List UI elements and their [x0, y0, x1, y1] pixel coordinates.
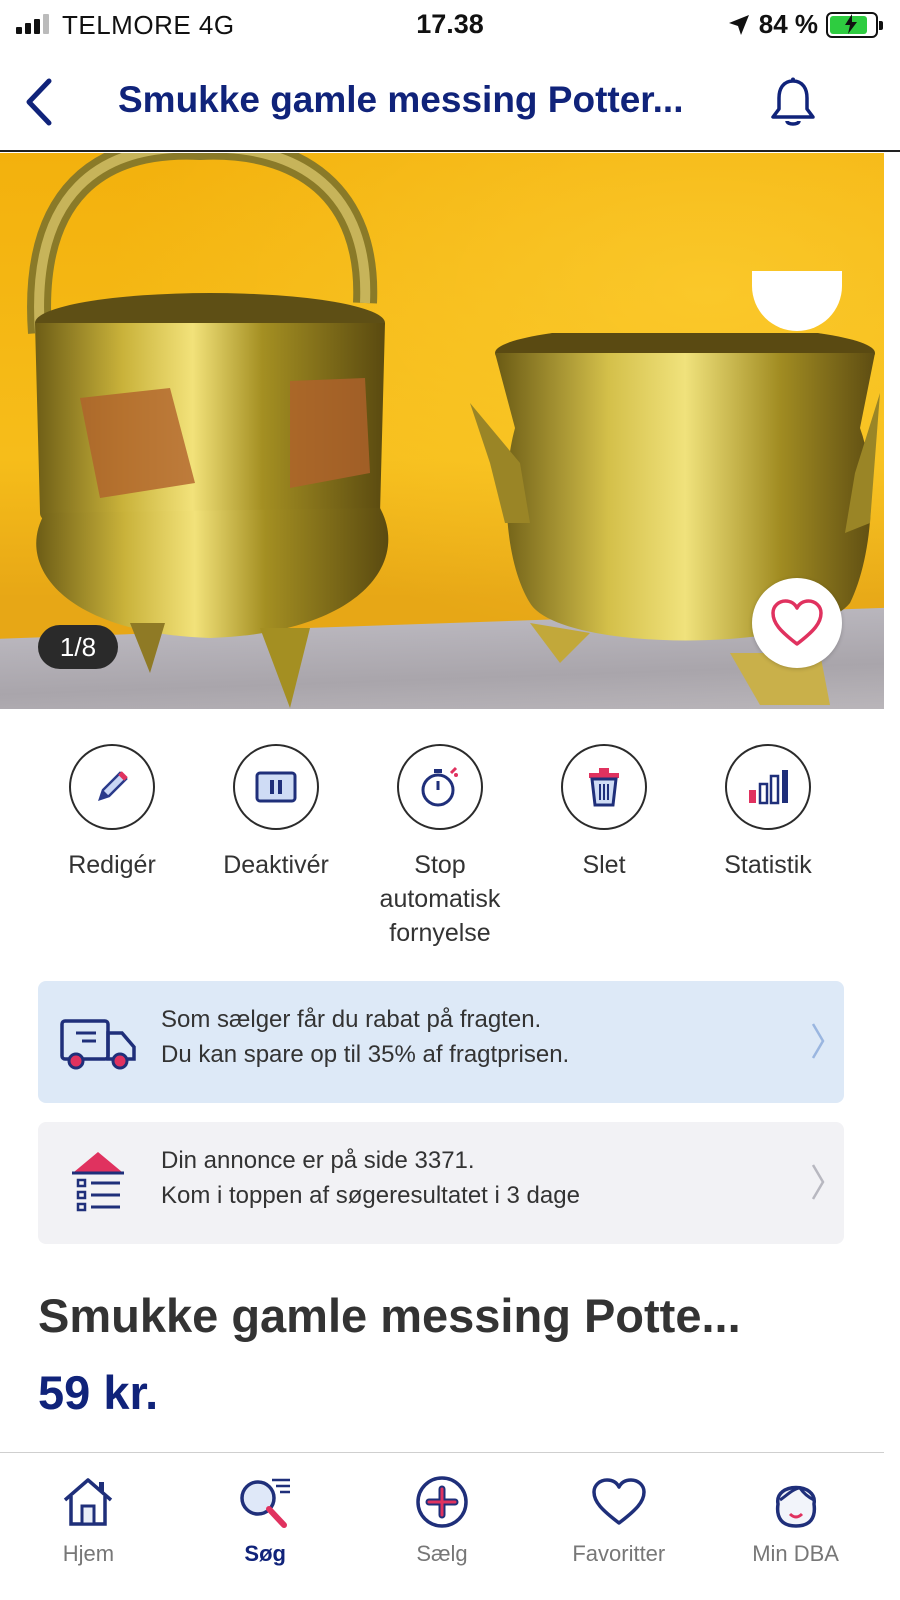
ranked-list-icon	[72, 1152, 124, 1212]
nav-header: Smukke gamle messing Potter...	[0, 52, 900, 152]
chevron-left-icon	[26, 78, 52, 126]
rank-line-2: Kom i toppen af søgeresultatet i 3 dage	[161, 1182, 580, 1209]
heart-icon	[592, 1478, 646, 1525]
delivery-truck-icon	[60, 1019, 136, 1070]
delete-label: Slet	[582, 851, 626, 879]
stop-renewal-label: Stop automatisk fornyelse	[379, 851, 501, 947]
tab-sell[interactable]: Sælg	[354, 1453, 531, 1600]
tab-search-label: Søg	[244, 1541, 286, 1566]
status-bar: TELMORE 4G 17.38 84 %	[0, 0, 900, 52]
location-arrow-icon	[728, 14, 749, 35]
pencil-icon	[98, 771, 128, 801]
plus-circle-icon	[416, 1476, 468, 1528]
battery-percent: 84 %	[758, 9, 818, 39]
listing-title: Smukke gamle messing Potte...	[38, 1289, 741, 1342]
edit-label: Redigér	[68, 851, 156, 879]
deactivate-label: Deaktivér	[223, 851, 329, 879]
statistics-action[interactable]: Statistik	[686, 744, 850, 950]
tab-profile-label: Min DBA	[752, 1541, 839, 1566]
pause-icon	[255, 771, 297, 803]
battery-icon	[826, 11, 883, 38]
shipping-discount-card[interactable]: Som sælger får du rabat på fragten. Du k…	[38, 981, 844, 1103]
home-icon	[64, 1478, 113, 1526]
search-icon	[240, 1478, 291, 1528]
tab-favorites-label: Favoritter	[572, 1541, 666, 1566]
page-title: Smukke gamle messing Potter...	[118, 79, 684, 120]
bell-icon	[771, 77, 815, 126]
tab-home-label: Hjem	[62, 1541, 115, 1566]
statistics-label: Statistik	[724, 851, 812, 879]
tab-profile[interactable]: Min DBA	[707, 1453, 884, 1600]
listing-price: 59 kr.	[38, 1366, 159, 1419]
stopwatch-icon	[421, 766, 458, 807]
photo-counter-badge: 1/8	[38, 625, 118, 669]
bottom-tab-bar: Hjem Søg Sælg Favoritter Min DBA	[0, 1452, 884, 1600]
delete-action[interactable]: Slet	[522, 744, 686, 950]
back-button[interactable]	[14, 74, 62, 130]
stop-renewal-action[interactable]: Stop automatisk fornyelse	[358, 744, 522, 950]
shipping-line-1: Som sælger får du rabat på fragten.	[161, 1006, 542, 1033]
notification-button[interactable]	[766, 74, 820, 130]
tab-sell-label: Sælg	[416, 1541, 468, 1566]
shipping-line-2: Du kan spare op til 35% af fragtprisen.	[161, 1041, 570, 1068]
chevron-right-icon	[811, 1023, 825, 1059]
rank-line-1: Din annonce er på side 3371.	[161, 1147, 475, 1174]
tab-search[interactable]: Søg	[177, 1453, 354, 1600]
tab-home[interactable]: Hjem	[0, 1453, 177, 1600]
heart-icon	[771, 599, 823, 646]
deactivate-action[interactable]: Deaktivér	[194, 744, 358, 950]
chevron-right-icon	[811, 1164, 825, 1200]
profile-icon	[775, 1485, 816, 1528]
edit-action[interactable]: Redigér	[30, 744, 194, 950]
tab-favorites[interactable]: Favoritter	[530, 1453, 707, 1600]
bar-chart-icon	[749, 770, 788, 805]
trash-icon	[589, 768, 619, 807]
search-rank-card[interactable]: Din annonce er på side 3371. Kom i toppe…	[38, 1122, 844, 1244]
favorite-button[interactable]	[752, 578, 842, 668]
listing-actions: Redigér Deaktivér Stop automatisk fornye…	[30, 744, 850, 950]
